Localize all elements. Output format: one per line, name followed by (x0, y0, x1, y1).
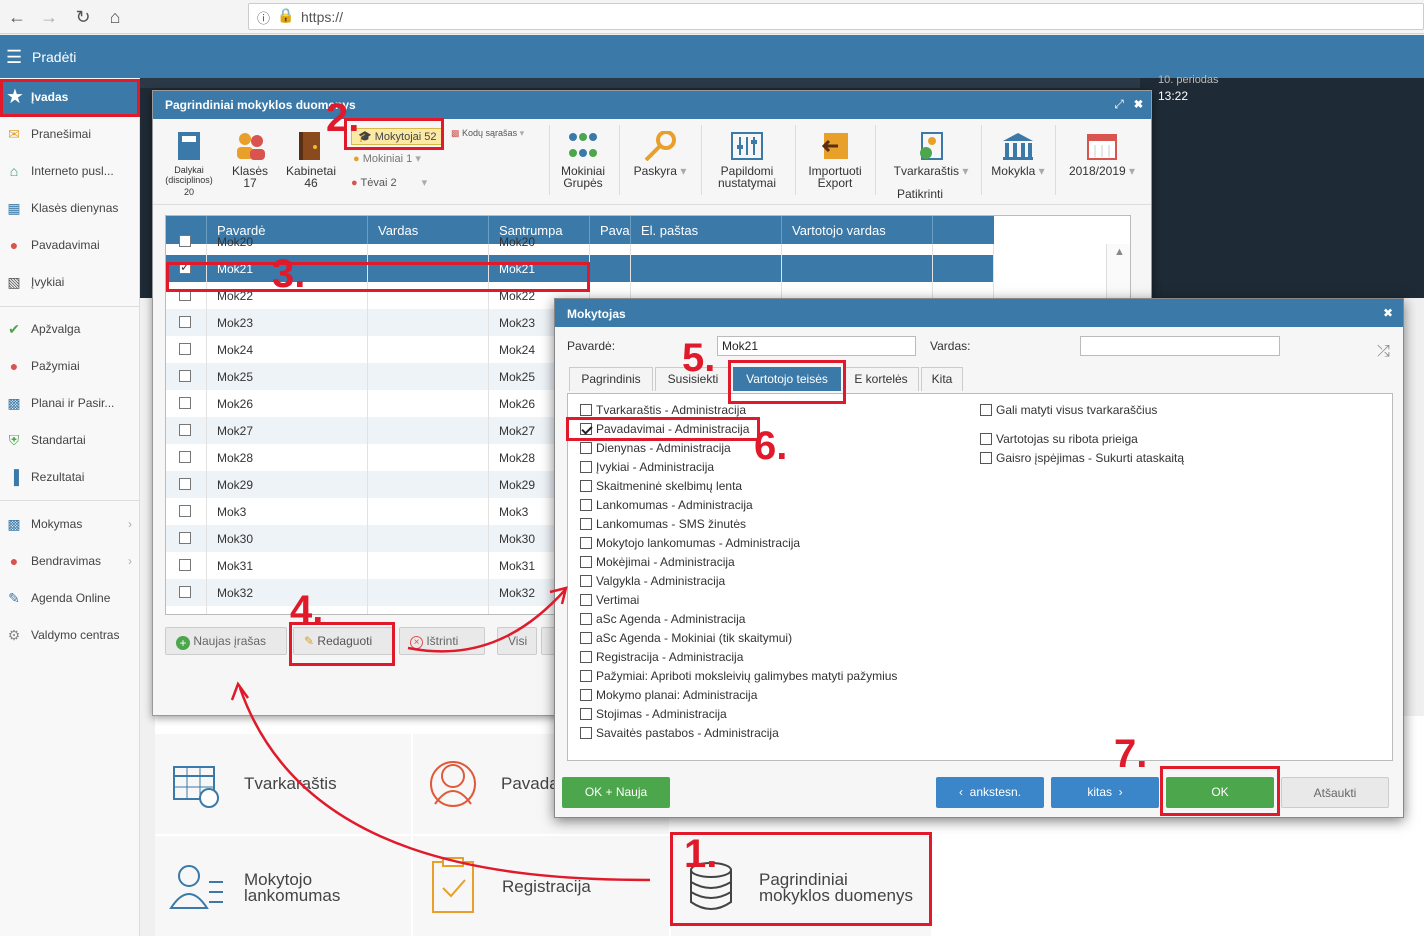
annotation-arrows (230, 586, 651, 882)
